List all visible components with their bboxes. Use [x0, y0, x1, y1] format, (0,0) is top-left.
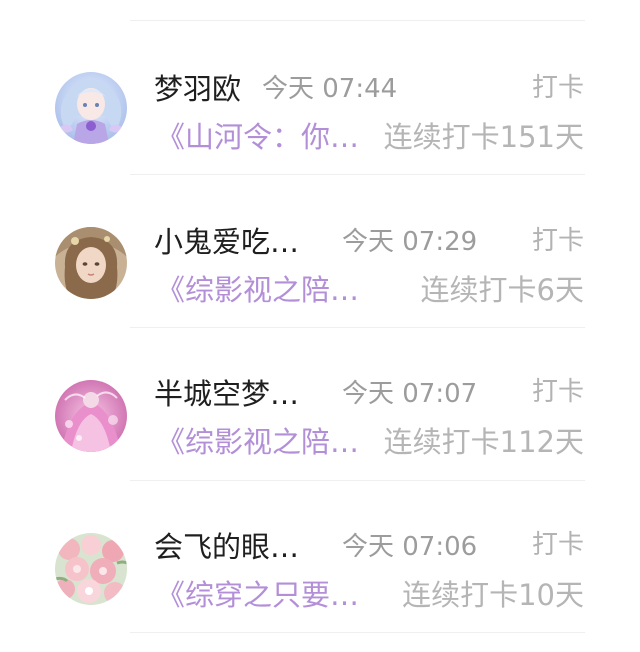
- checkin-tag: 打卡: [531, 377, 584, 407]
- divider: [130, 20, 585, 21]
- book-title[interactable]: 《综穿之只要…: [156, 577, 359, 613]
- list-item[interactable]: 半城空梦… 今天 07:07 打卡 《综影视之陪… 连续打卡112天: [0, 328, 640, 480]
- streak-text: 连续打卡151天: [383, 120, 584, 154]
- pink-dress-avatar[interactable]: [55, 380, 127, 452]
- pink-flowers-avatar[interactable]: [55, 533, 127, 605]
- list-item[interactable]: 小鬼爱吃… 今天 07:29 打卡 《综影视之陪… 连续打卡6天: [0, 175, 640, 327]
- book-title[interactable]: 《综影视之陪…: [156, 424, 359, 460]
- checkin-tag: 打卡: [531, 530, 584, 560]
- list-item[interactable]: 梦羽欧 今天 07:44 打卡 《山河令：你… 连续打卡151天: [0, 22, 640, 174]
- timestamp: 今天 07:44: [262, 74, 398, 104]
- painted-girl-portrait-avatar[interactable]: [55, 227, 127, 299]
- checkin-tag: 打卡: [531, 73, 584, 103]
- user-name[interactable]: 会飞的眼…: [154, 530, 299, 564]
- timestamp: 今天 07:07: [342, 379, 478, 409]
- list-item[interactable]: 会飞的眼… 今天 07:06 打卡 《综穿之只要… 连续打卡10天: [0, 481, 640, 633]
- user-name[interactable]: 小鬼爱吃…: [154, 225, 299, 259]
- user-name[interactable]: 梦羽欧: [154, 72, 241, 106]
- checkin-tag: 打卡: [531, 226, 584, 256]
- book-title[interactable]: 《综影视之陪…: [156, 272, 359, 308]
- anime-girl-blue-avatar[interactable]: [55, 72, 127, 144]
- streak-text: 连续打卡10天: [402, 578, 584, 612]
- streak-text: 连续打卡112天: [383, 425, 584, 459]
- user-name[interactable]: 半城空梦…: [154, 377, 299, 411]
- book-title[interactable]: 《山河令：你…: [156, 119, 359, 155]
- timestamp: 今天 07:06: [342, 532, 478, 562]
- timestamp: 今天 07:29: [342, 227, 478, 257]
- divider: [130, 632, 585, 633]
- checkin-feed: 梦羽欧 今天 07:44 打卡 《山河令：你… 连续打卡151天 小鬼爱吃… 今…: [0, 0, 640, 652]
- streak-text: 连续打卡6天: [420, 273, 584, 307]
